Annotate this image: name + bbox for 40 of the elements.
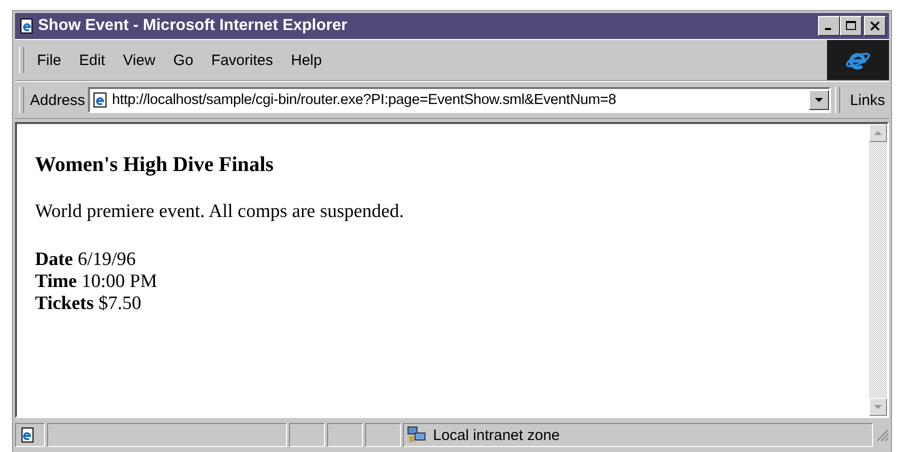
scroll-down-button[interactable] (869, 398, 887, 416)
menu-item[interactable]: Help (284, 52, 329, 68)
minimize-button[interactable] (818, 16, 840, 36)
window-title: Show Event - Microsoft Internet Explorer (38, 17, 348, 35)
address-field[interactable]: http://localhost/sample/cgi-bin/router.exe?PI:page=EventShow.sml&EventNum=8 (88, 87, 831, 113)
field-label: Date (35, 249, 73, 270)
status-pane (327, 423, 363, 447)
network-computers-icon (407, 426, 427, 444)
address-label: Address (30, 92, 86, 108)
caret-icon (814, 98, 823, 102)
zone-text: Local intranet zone (433, 426, 560, 444)
resize-grip-icon (875, 428, 889, 442)
maximize-button[interactable] (840, 16, 862, 36)
field-value: $7.50 (98, 293, 142, 314)
links-button[interactable]: Links (846, 92, 889, 108)
scroll-up-button[interactable] (869, 124, 887, 142)
field-label: Tickets (35, 293, 94, 314)
field-label: Time (35, 271, 77, 292)
minimize-icon (824, 28, 830, 30)
scrollbar[interactable] (869, 124, 887, 416)
close-button[interactable] (864, 16, 886, 36)
up-arrow-icon (874, 130, 882, 136)
menu-item[interactable]: Edit (72, 52, 112, 68)
status-pane (365, 423, 401, 447)
down-arrow-icon (874, 404, 882, 410)
dropdown-button[interactable] (808, 90, 829, 110)
maximize-icon (846, 21, 856, 31)
event-heading: Women's High Dive Finals (35, 152, 275, 177)
status-pane (289, 423, 325, 447)
menu-item[interactable]: Favorites (204, 52, 280, 68)
event-description: World premiere event. All comps are suspended. (35, 201, 405, 223)
field-value: 10:00 PM (82, 271, 158, 292)
page-icon (92, 92, 108, 108)
menu-item[interactable]: View (116, 52, 162, 68)
close-icon (870, 21, 880, 31)
menu-item[interactable]: File (30, 52, 68, 68)
browser-page-icon (18, 18, 34, 34)
field-value: 6/19/96 (78, 249, 136, 270)
page-icon (19, 427, 35, 443)
menu-item[interactable]: Go (166, 52, 200, 68)
